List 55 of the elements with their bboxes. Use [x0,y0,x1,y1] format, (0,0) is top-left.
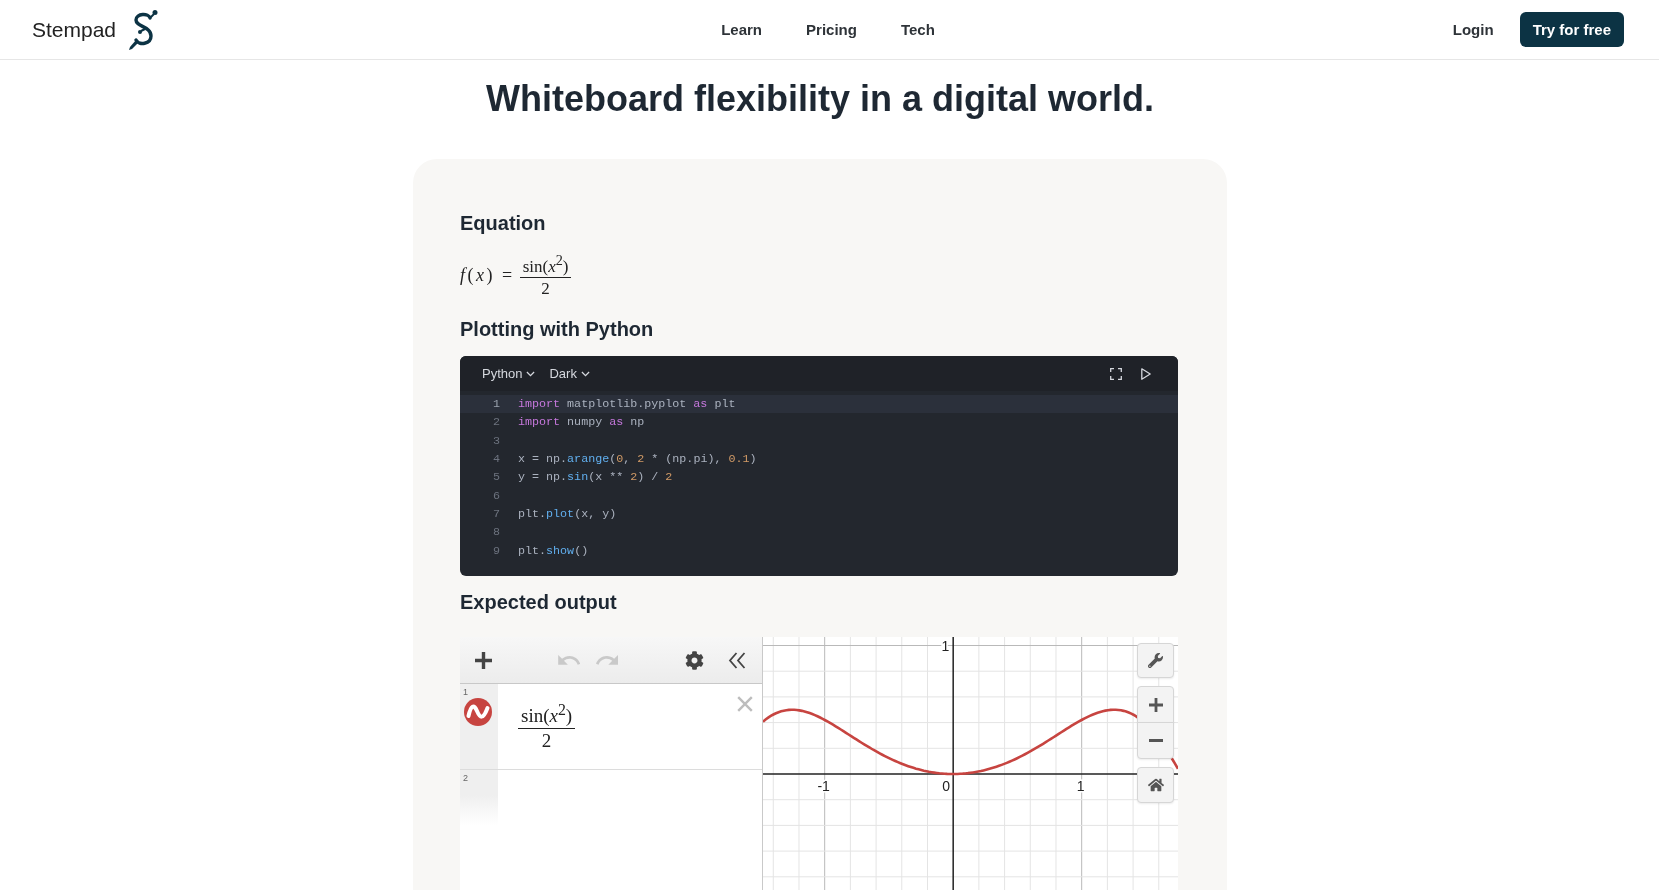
try-for-free-button[interactable]: Try for free [1519,12,1624,47]
close-icon [736,695,753,712]
graph-plot[interactable]: -1 0 1 1 [763,637,1178,890]
tick-label: -1 [817,778,830,794]
expression-index: 1 [463,687,468,697]
nav-link[interactable]: Tech [900,17,935,42]
theme-dropdown[interactable]: Dark [546,364,593,383]
login-link[interactable]: Login [1452,17,1494,42]
logo-icon [127,8,160,51]
section-heading: Expected output [460,590,617,614]
fullscreen-icon [1110,367,1122,380]
line-number: 5 [492,469,500,487]
home-button[interactable] [1137,767,1174,803]
undo-icon [558,655,580,665]
line-number: 4 [492,451,500,469]
line-number: 7 [492,505,500,523]
code-text: y = np.sin(x ** 2) / 2 [518,469,673,487]
wrench-icon [1148,653,1163,668]
section-heading: Equation [460,211,546,235]
curve-color-icon[interactable] [464,698,492,726]
page-title: Whiteboard flexibility in a digital world. [485,77,1154,121]
plus-icon [474,651,492,669]
line-number: 6 [492,487,500,505]
nav-link[interactable]: Pricing [806,17,857,42]
code-text: plt.plot(x, y) [518,505,617,523]
line-number: 1 [492,396,500,414]
line-number: 2 [492,414,500,432]
code-text: import matplotlib.pyplot as plt [518,396,736,414]
home-icon [1147,777,1164,793]
code-text: x = np.arange(0, 2 * (np.pi), 0.1) [518,451,757,469]
expression-index: 2 [463,773,468,783]
redo-icon [596,655,618,665]
math-equation: f(x) = sin(x$^{2}$) 2 [460,252,572,298]
graph-settings-button[interactable] [1137,643,1174,678]
play-icon [1141,367,1151,380]
nav-link[interactable]: Learn [721,17,763,42]
line-number: 3 [492,432,500,450]
section-heading: Plotting with Python [460,317,654,341]
language-dropdown[interactable]: Python [479,364,539,383]
code-text: import numpy as np [518,414,645,432]
line-number: 9 [492,542,500,560]
double-chevron-left-icon [728,651,746,669]
brand-link[interactable]: Stempad [32,8,160,51]
zoom-out-button[interactable] [1137,722,1174,759]
gear-icon [684,650,704,670]
chevron-down-icon [526,370,536,377]
line-number: 8 [492,524,500,542]
tick-label: 1 [1076,778,1085,794]
zoom-in-button[interactable] [1137,686,1174,723]
tick-label: 1 [941,637,950,654]
tick-label: 0 [942,778,951,794]
minus-icon [1148,739,1163,742]
chevron-down-icon [580,370,590,377]
code-text: plt.show() [518,542,589,560]
plus-icon [1148,697,1163,712]
